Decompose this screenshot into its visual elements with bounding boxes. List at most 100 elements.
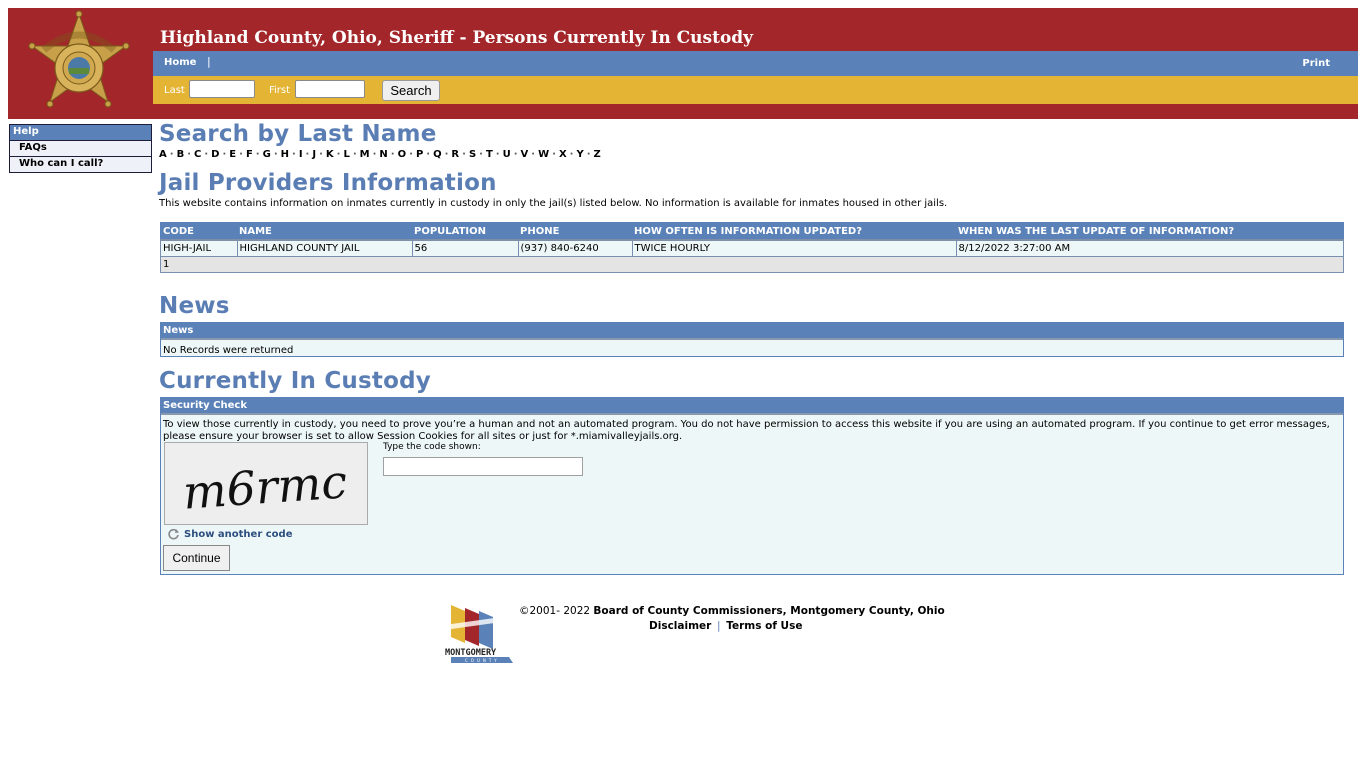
letter-separator: · (255, 149, 260, 160)
sidebar-item-faqs[interactable]: FAQs (10, 141, 151, 157)
cell-last-update: 8/12/2022 3:27:00 AM (955, 239, 1344, 257)
captcha-image: m6rmc (164, 442, 368, 525)
captcha-code-input[interactable] (383, 457, 583, 476)
letter-link-p[interactable]: P (416, 149, 423, 160)
search-by-last-name-heading: Search by Last Name (159, 121, 437, 147)
last-name-input[interactable] (189, 80, 255, 98)
letter-link-c[interactable]: C (194, 149, 201, 160)
letter-link-z[interactable]: Z (594, 149, 601, 160)
cell-code: HIGH-JAIL (160, 239, 238, 257)
help-menu: Help FAQs Who can I call? (9, 124, 152, 173)
letter-separator: · (586, 149, 591, 160)
search-bar: Last First Search (153, 76, 1358, 104)
letter-link-a[interactable]: A (159, 149, 167, 160)
nav-print-link[interactable]: Print (1302, 58, 1330, 69)
letter-link-e[interactable]: E (229, 149, 236, 160)
letter-link-s[interactable]: S (469, 149, 476, 160)
jail-providers-table: CODE NAME POPULATION PHONE HOW OFTEN IS … (160, 222, 1344, 273)
letter-separator: · (569, 149, 574, 160)
letter-link-f[interactable]: F (246, 149, 253, 160)
letter-separator: · (372, 149, 377, 160)
show-another-code-label: Show another code (184, 529, 293, 540)
letter-link-v[interactable]: V (521, 149, 529, 160)
column-header: WHEN WAS THE LAST UPDATE OF INFORMATION? (956, 222, 1344, 241)
jail-providers-description: This website contains information on inm… (159, 198, 948, 209)
letter-link-q[interactable]: Q (433, 149, 442, 160)
letter-separator: · (292, 149, 296, 160)
nav-home-link[interactable]: Home (164, 57, 196, 68)
letter-link-i[interactable]: I (299, 149, 303, 160)
letter-link-n[interactable]: N (379, 149, 387, 160)
copyright-prefix: ©2001- 2022 (519, 605, 594, 617)
captcha-text: m6rmc (181, 454, 349, 519)
page-title: Highland County, Ohio, Sheriff - Persons… (160, 28, 754, 48)
footer-copyright: ©2001- 2022 Board of County Commissioner… (519, 605, 945, 617)
continue-button[interactable]: Continue (163, 545, 230, 571)
code-label: Type the code shown: (383, 442, 481, 452)
letter-separator: · (239, 149, 243, 160)
last-name-label: Last (164, 85, 185, 96)
column-header: CODE (160, 222, 237, 241)
letter-link-h[interactable]: H (281, 149, 289, 160)
currently-in-custody-heading: Currently In Custody (159, 368, 431, 394)
letter-link-u[interactable]: U (503, 149, 511, 160)
letter-link-d[interactable]: D (211, 149, 219, 160)
letter-link-r[interactable]: R (451, 149, 459, 160)
letter-link-m[interactable]: M (360, 149, 370, 160)
search-button[interactable]: Search (382, 80, 440, 101)
letter-separator: · (204, 149, 209, 160)
security-check-header: Security Check (161, 398, 1343, 415)
letter-separator: · (222, 149, 227, 160)
nav-separator: | (207, 55, 211, 68)
terms-of-use-link[interactable]: Terms of Use (726, 620, 802, 632)
letter-separator: · (319, 149, 323, 160)
jail-providers-heading: Jail Providers Information (159, 170, 497, 196)
letter-link-l[interactable]: L (343, 149, 349, 160)
letter-separator: · (273, 149, 278, 160)
letter-link-g[interactable]: G (263, 149, 271, 160)
nav-bar: Home | Print (153, 51, 1358, 76)
letter-separator: · (305, 149, 310, 160)
news-heading: News (159, 293, 230, 319)
sidebar-item-who-can-i-call[interactable]: Who can I call? (10, 157, 151, 172)
letter-separator: · (409, 149, 413, 160)
first-name-input[interactable] (295, 80, 365, 98)
letter-separator: · (336, 149, 341, 160)
letter-link-x[interactable]: X (559, 149, 567, 160)
letter-separator: · (390, 149, 395, 160)
column-header: NAME (237, 222, 412, 241)
letter-separator: · (169, 149, 174, 160)
cell-name: HIGHLAND COUNTY JAIL (236, 239, 413, 257)
letter-separator: · (513, 149, 518, 160)
copyright-owner: Board of County Commissioners, Montgomer… (593, 605, 945, 617)
table-header-row: CODE NAME POPULATION PHONE HOW OFTEN IS … (160, 222, 1344, 241)
news-empty-message: No Records were returned (163, 345, 294, 356)
letter-link-w[interactable]: W (538, 149, 549, 160)
letter-separator: · (426, 149, 431, 160)
security-check-box: Security Check To view those currently i… (160, 397, 1344, 575)
cell-population: 56 (411, 239, 519, 257)
site-header: Highland County, Ohio, Sheriff - Persons… (8, 8, 1358, 119)
letter-link-j[interactable]: J (312, 149, 316, 160)
letter-link-k[interactable]: K (326, 149, 334, 160)
letter-separator: · (479, 149, 483, 160)
letter-link-t[interactable]: T (486, 149, 493, 160)
letter-link-o[interactable]: O (398, 149, 407, 160)
footer-links: Disclaimer | Terms of Use (649, 620, 802, 632)
cell-update-frequency: TWICE HOURLY (631, 239, 957, 257)
alphabet-index: A · B · C · D · E · F · G · H · I · J · K · L · M · N · O · P · Q · R · S · T ·… (159, 149, 601, 160)
letter-separator: · (495, 149, 500, 160)
pager-row: 1 (160, 256, 1344, 273)
page-number[interactable]: 1 (160, 256, 1344, 273)
column-header: POPULATION (412, 222, 518, 241)
montgomery-county-logo: MONTGOMERY COUNTY (445, 605, 513, 663)
first-name-label: First (269, 85, 291, 96)
letter-separator: · (444, 149, 449, 160)
letter-separator: · (552, 149, 556, 160)
disclaimer-link[interactable]: Disclaimer (649, 620, 711, 632)
letter-link-b[interactable]: B (177, 149, 185, 160)
refresh-icon (168, 528, 179, 540)
security-check-message: To view those currently in custody, you … (163, 419, 1330, 442)
show-another-code-link[interactable]: Show another code (167, 528, 292, 541)
letter-link-y[interactable]: Y (576, 149, 583, 160)
